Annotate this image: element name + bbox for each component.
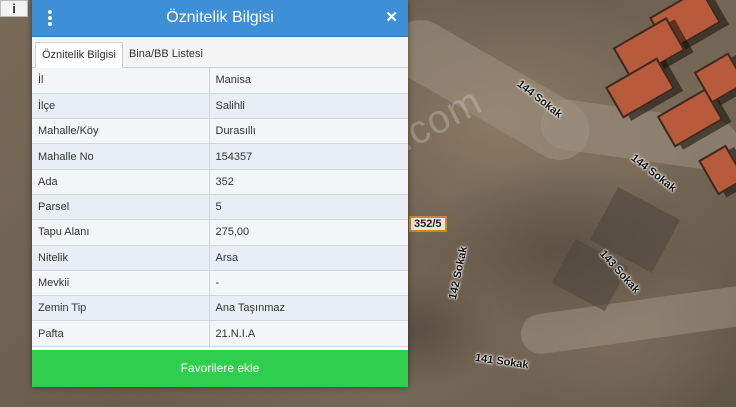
attribute-key: Pafta bbox=[32, 320, 210, 347]
attribute-key: Parsel bbox=[32, 194, 210, 221]
attribute-table: İl Manisa İlçe Salihli Mahalle/Köy Durasıll… bbox=[32, 68, 408, 347]
tab-bar: Öznitelik Bilgisi Bina/BB Listesi bbox=[32, 37, 408, 68]
table-row: Parsel 5 bbox=[32, 194, 408, 221]
attribute-value: Salihli bbox=[209, 93, 408, 120]
attribute-key: Nitelik bbox=[32, 245, 210, 271]
attribute-key: Zemin Tip bbox=[32, 295, 210, 322]
attribute-value: 352 bbox=[209, 169, 408, 195]
attribute-key: İlçe bbox=[32, 93, 210, 120]
table-row: Tapu Alanı 275,00 bbox=[32, 219, 408, 246]
tab-attribute-info[interactable]: Öznitelik Bilgisi bbox=[35, 42, 123, 68]
table-row: Zemin Tip Ana Taşınmaz bbox=[32, 295, 408, 322]
attribute-value: 21.N.I.A bbox=[209, 320, 408, 347]
attribute-key: Mahalle/Köy bbox=[32, 118, 210, 145]
attribute-value: Ana Taşınmaz bbox=[209, 295, 408, 322]
attribute-value: 154357 bbox=[209, 143, 408, 170]
attribute-value: 5 bbox=[209, 194, 408, 221]
attribute-key: Ada bbox=[32, 169, 210, 195]
table-row: Ada 352 bbox=[32, 169, 408, 195]
table-row: Mevkii - bbox=[32, 270, 408, 297]
info-button[interactable]: i bbox=[0, 0, 28, 17]
tab-building-list[interactable]: Bina/BB Listesi bbox=[123, 42, 209, 68]
attribute-value: 275,00 bbox=[209, 219, 408, 246]
close-icon[interactable]: ✕ bbox=[385, 9, 398, 27]
parcel-label[interactable]: 352/5 bbox=[409, 216, 447, 232]
attribute-dialog: Öznitelik Bilgisi ✕ Öznitelik Bilgisi Bi… bbox=[32, 0, 408, 387]
add-to-favorites-button[interactable]: Favorilere ekle bbox=[32, 350, 408, 387]
attribute-value: Arsa bbox=[209, 245, 408, 271]
attribute-value: Durasıllı bbox=[209, 118, 408, 145]
table-row: Mahalle/Köy Durasıllı bbox=[32, 118, 408, 145]
street-label: 141 Sokak bbox=[474, 352, 530, 372]
attribute-key: Mevkii bbox=[32, 270, 210, 297]
attribute-value: Manisa bbox=[209, 68, 408, 94]
table-row: İl Manisa bbox=[32, 68, 408, 94]
attribute-key: Tapu Alanı bbox=[32, 219, 210, 246]
table-row: İlçe Salihli bbox=[32, 93, 408, 120]
table-row: Nitelik Arsa bbox=[32, 245, 408, 271]
attribute-key: Mahalle No bbox=[32, 143, 210, 170]
attribute-key: İl bbox=[32, 68, 210, 94]
table-row: Mahalle No 154357 bbox=[32, 143, 408, 170]
street-label: 142 Sokak bbox=[447, 245, 470, 301]
dialog-header: Öznitelik Bilgisi ✕ bbox=[32, 0, 408, 37]
attribute-value: - bbox=[209, 270, 408, 297]
dialog-title: Öznitelik Bilgisi bbox=[166, 9, 274, 26]
table-row: Pafta 21.N.I.A bbox=[32, 320, 408, 347]
